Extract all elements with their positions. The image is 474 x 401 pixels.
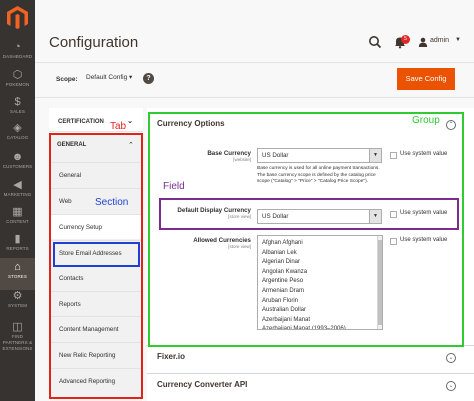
chevron-down-icon[interactable]: ⌄ — [446, 381, 456, 391]
tab-certification[interactable]: CERTIFICATION ⌄ — [49, 112, 143, 132]
content-icon: ▦ — [12, 206, 23, 218]
nav-item-label: MARKETING — [3, 192, 32, 197]
nav-item-system[interactable]: ⚙ SYSTEM — [0, 287, 35, 319]
nav-item-label: SALES — [9, 109, 25, 114]
nav-item-label: REPORTS — [6, 246, 29, 251]
reports-icon: ▮ — [14, 233, 21, 245]
nav-item-label: CUSTOMERS — [2, 164, 33, 169]
nav-item-label: DASHBOARD — [2, 54, 33, 59]
annotation-group-label: Group — [412, 115, 440, 126]
group-fixer-io[interactable] — [147, 345, 474, 367]
page-title: Configuration — [49, 34, 139, 51]
scope-switcher[interactable]: Default Config ▾ — [86, 73, 132, 81]
nav-item-label: SYSTEM — [7, 303, 28, 308]
nav-item-label: CATALOG — [6, 135, 29, 140]
chevron-down-icon[interactable]: ⌄ — [446, 353, 456, 363]
user-name[interactable]: admin — [430, 37, 449, 44]
annotation-field-box — [159, 198, 459, 230]
annotation-section-box — [53, 242, 140, 267]
nav-item-label: CONTENT — [6, 219, 29, 224]
nav-item-stores[interactable]: ⌂ STORES — [0, 258, 35, 290]
annotation-tab-label: Tab — [110, 121, 127, 132]
pokemon-icon: ⬡ — [12, 69, 23, 81]
tab-certification-label: CERTIFICATION — [58, 119, 104, 125]
help-icon[interactable]: ? — [143, 73, 154, 84]
dashboard-icon: ◔ — [14, 41, 21, 53]
group-title-fixer-io[interactable]: Fixer.io — [157, 352, 185, 361]
megaphone-icon: ◀ — [13, 179, 22, 191]
dollar-icon: $ — [14, 96, 21, 108]
group-title-currency-converter-api[interactable]: Currency Converter API — [157, 380, 247, 389]
save-config-button[interactable]: Save Config — [397, 68, 455, 90]
annotation-field-label: Field — [163, 181, 185, 192]
chevron-down-icon[interactable]: ▾ — [129, 74, 132, 81]
user-icon[interactable] — [418, 37, 428, 47]
catalog-icon: ◈ — [13, 122, 22, 134]
annotation-section-label: Section — [95, 197, 129, 208]
nav-item-label: POKEMON — [5, 82, 30, 87]
nav-item-catalog[interactable]: ◈ CATALOG — [0, 119, 35, 151]
nav-item-label: STORES — [7, 274, 28, 279]
magento-logo-icon[interactable] — [4, 4, 31, 31]
search-icon[interactable] — [368, 35, 382, 49]
extensions-icon: ◫ — [12, 321, 23, 333]
scope-value[interactable]: Default Config — [86, 74, 127, 81]
customers-icon: ☻ — [11, 151, 24, 163]
chevron-down-icon[interactable]: ⌄ — [127, 112, 133, 132]
chevron-down-icon[interactable]: ▼ — [455, 37, 461, 43]
nav-item-label: FIND PARTNERS & EXTENSIONS — [2, 334, 33, 351]
notification-badge[interactable]: 5 — [401, 35, 410, 44]
gear-icon: ⚙ — [12, 290, 23, 302]
stores-icon: ⌂ — [14, 261, 21, 273]
nav-item-find-partners-extensions[interactable]: ◫ FIND PARTNERS & EXTENSIONS — [0, 318, 35, 351]
scope-label: Scope: — [56, 76, 78, 83]
